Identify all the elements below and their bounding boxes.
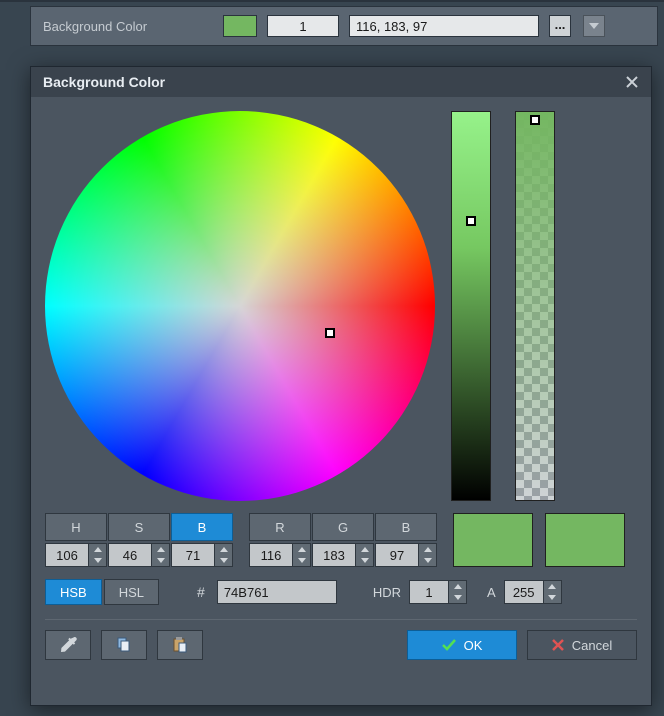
copy-icon: [115, 636, 133, 654]
hdr-spinner[interactable]: [409, 580, 467, 604]
copy-button[interactable]: [101, 630, 147, 660]
b-tab[interactable]: B: [171, 513, 233, 541]
titlebar[interactable]: Background Color: [31, 67, 651, 97]
chevron-down-icon: [589, 23, 599, 29]
r-tab[interactable]: R: [249, 513, 311, 541]
caret-down-icon: [454, 595, 462, 600]
paste-icon: [171, 636, 189, 654]
caret-up-icon: [548, 584, 556, 589]
picker-area: [45, 111, 637, 501]
caret-down-icon: [94, 558, 102, 563]
bottom-toolbar: OK Cancel: [45, 630, 637, 660]
s-input[interactable]: [108, 543, 152, 567]
cancel-label: Cancel: [572, 638, 612, 653]
caret-up-icon: [220, 547, 228, 552]
color-rgb-input[interactable]: [349, 15, 539, 37]
hsb-mode-tab[interactable]: HSB: [45, 579, 102, 605]
brightness-slider[interactable]: [451, 111, 491, 501]
r-input[interactable]: [249, 543, 293, 567]
caret-down-icon: [298, 558, 306, 563]
h-spinner[interactable]: [45, 543, 107, 567]
divider: [45, 619, 637, 620]
hdr-stepper[interactable]: [449, 580, 467, 604]
preview-swatches: [453, 513, 625, 567]
g-stepper[interactable]: [356, 543, 374, 567]
alpha-stepper[interactable]: [544, 580, 562, 604]
ok-button[interactable]: OK: [407, 630, 517, 660]
alpha-gradient: [516, 112, 554, 500]
b-input[interactable]: [171, 543, 215, 567]
rgb-b-input[interactable]: [375, 543, 419, 567]
alpha-slider[interactable]: [515, 111, 555, 501]
g-spinner[interactable]: [312, 543, 374, 567]
dropdown-button[interactable]: [583, 15, 605, 37]
r-spinner[interactable]: [249, 543, 311, 567]
close-icon: [625, 75, 639, 89]
rgb-group: R G B: [249, 513, 437, 567]
h-input[interactable]: [45, 543, 89, 567]
ok-label: OK: [464, 638, 483, 653]
x-icon: [552, 639, 564, 651]
hsl-mode-tab[interactable]: HSL: [104, 579, 159, 605]
hdr-input[interactable]: [409, 580, 449, 604]
color-index-input[interactable]: [267, 15, 339, 37]
caret-down-icon: [220, 558, 228, 563]
caret-up-icon: [94, 547, 102, 552]
color-picker-dialog: Background Color: [30, 66, 652, 706]
s-stepper[interactable]: [152, 543, 170, 567]
color-model-tabs: HSB HSL: [45, 579, 159, 605]
caret-up-icon: [424, 547, 432, 552]
s-tab[interactable]: S: [108, 513, 170, 541]
mode-row: HSB HSL # HDR A: [45, 579, 637, 605]
more-options-button[interactable]: ...: [549, 15, 571, 37]
r-stepper[interactable]: [293, 543, 311, 567]
alpha-label: A: [487, 585, 496, 600]
color-swatch[interactable]: [223, 15, 257, 37]
g-tab[interactable]: G: [312, 513, 374, 541]
slider-bars: [451, 111, 555, 501]
caret-down-icon: [424, 558, 432, 563]
background-color-property-row: Background Color ...: [30, 6, 658, 46]
eyedropper-icon: [59, 636, 77, 654]
wheel-marker[interactable]: [325, 328, 335, 338]
b-stepper[interactable]: [215, 543, 233, 567]
hex-input[interactable]: [217, 580, 337, 604]
check-icon: [442, 639, 456, 651]
component-inputs: H S B R G B: [45, 513, 637, 567]
new-color-swatch[interactable]: [453, 513, 533, 567]
alpha-spinner[interactable]: [504, 580, 562, 604]
cancel-button[interactable]: Cancel: [527, 630, 637, 660]
hash-label: #: [197, 584, 205, 600]
hdr-label: HDR: [373, 585, 401, 600]
hsb-group: H S B: [45, 513, 233, 567]
dialog-title: Background Color: [43, 74, 621, 90]
caret-up-icon: [298, 547, 306, 552]
color-wheel[interactable]: [45, 111, 435, 501]
alpha-input[interactable]: [504, 580, 544, 604]
alpha-marker[interactable]: [530, 115, 540, 125]
old-color-swatch[interactable]: [545, 513, 625, 567]
property-panel: Background Color ...: [0, 0, 664, 50]
caret-up-icon: [361, 547, 369, 552]
rgb-b-tab[interactable]: B: [375, 513, 437, 541]
h-tab[interactable]: H: [45, 513, 107, 541]
caret-down-icon: [361, 558, 369, 563]
s-spinner[interactable]: [108, 543, 170, 567]
caret-down-icon: [548, 595, 556, 600]
brightness-marker[interactable]: [466, 216, 476, 226]
h-stepper[interactable]: [89, 543, 107, 567]
caret-up-icon: [157, 547, 165, 552]
dialog-body: H S B R G B: [31, 97, 651, 674]
close-button[interactable]: [621, 71, 643, 93]
caret-down-icon: [157, 558, 165, 563]
eyedropper-button[interactable]: [45, 630, 91, 660]
paste-button[interactable]: [157, 630, 203, 660]
caret-up-icon: [454, 584, 462, 589]
b-spinner[interactable]: [171, 543, 233, 567]
rgb-b-stepper[interactable]: [419, 543, 437, 567]
rgb-b-spinner[interactable]: [375, 543, 437, 567]
g-input[interactable]: [312, 543, 356, 567]
property-label: Background Color: [43, 19, 213, 34]
